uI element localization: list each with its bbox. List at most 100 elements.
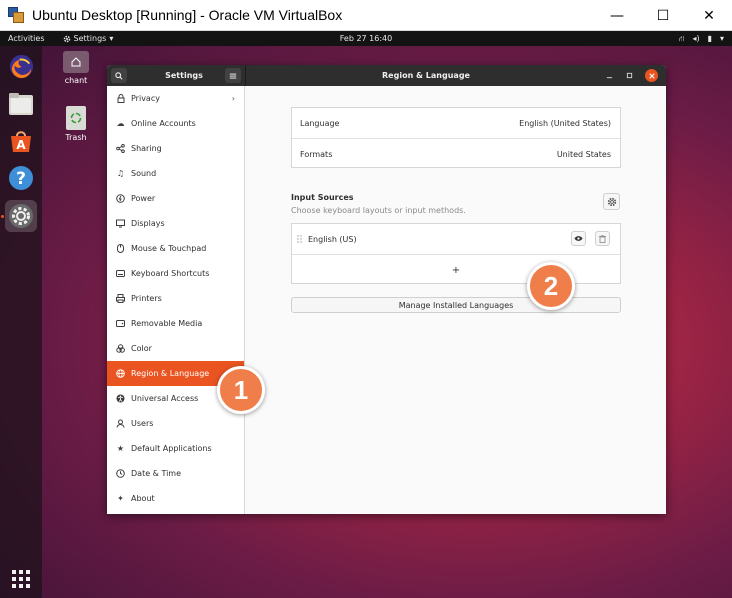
settings-sidebar: Privacy › ☁ Online Accounts Sharing ♫ So… <box>107 86 245 514</box>
gear-icon <box>607 197 616 206</box>
svg-text:A: A <box>16 138 26 152</box>
remove-input-source-button[interactable] <box>595 231 610 246</box>
share-icon <box>116 144 125 153</box>
dock-software[interactable]: A <box>5 125 37 157</box>
manage-installed-languages-button[interactable]: Manage Installed Languages <box>291 297 621 313</box>
home-folder-icon <box>63 51 89 73</box>
clock[interactable]: Feb 27 16:40 <box>340 34 392 43</box>
host-close-button[interactable]: ✕ <box>686 0 732 31</box>
sidebar-item-label: Printers <box>131 294 162 303</box>
sidebar-item-keyboard-shortcuts[interactable]: Keyboard Shortcuts <box>107 261 244 286</box>
window-minimize-button[interactable] <box>603 69 616 82</box>
app-menu-settings[interactable]: Settings ▾ <box>63 34 114 43</box>
dock-show-apps[interactable] <box>5 563 37 595</box>
show-apps-icon <box>12 570 30 588</box>
sidebar-item-removable-media[interactable]: Removable Media <box>107 311 244 336</box>
gear-icon <box>63 35 70 42</box>
sidebar-item-label: Power <box>131 194 156 203</box>
close-icon <box>648 72 655 79</box>
ubuntu-desktop: Activities Settings ▾ Feb 27 16:40 ⛙ ◂) … <box>0 31 732 598</box>
sidebar-item-label: Privacy <box>131 94 160 103</box>
maximize-icon <box>626 72 633 79</box>
window-maximize-button[interactable] <box>623 69 636 82</box>
virtualbox-icon <box>8 7 24 23</box>
dock-firefox[interactable] <box>5 50 37 82</box>
input-sources-options-button[interactable] <box>603 193 620 210</box>
monitor-icon <box>116 219 125 228</box>
host-maximize-button[interactable]: ☐ <box>640 0 686 31</box>
dock-files[interactable] <box>5 88 37 120</box>
system-tray[interactable]: ⛙ ◂) ▮ ▾ <box>679 31 724 46</box>
firefox-icon <box>9 54 33 78</box>
globe-icon <box>116 369 125 378</box>
sidebar-item-label: Mouse & Touchpad <box>131 244 207 253</box>
desktop-icon-label: chant <box>64 76 88 85</box>
sidebar-item-label: Region & Language <box>131 369 210 378</box>
sidebar-item-color[interactable]: Color <box>107 336 244 361</box>
sidebar-item-mouse-touchpad[interactable]: Mouse & Touchpad <box>107 236 244 261</box>
cloud-icon: ☁ <box>116 119 125 128</box>
about-icon: ✦ <box>117 494 124 503</box>
sidebar-item-power[interactable]: Power <box>107 186 244 211</box>
sidebar-item-about[interactable]: ✦ About <box>107 486 244 511</box>
settings-window: Settings Region & Language Privacy › ☁ O… <box>107 65 666 514</box>
trash-icon <box>599 234 606 243</box>
input-source-label: English (US) <box>308 234 357 244</box>
svg-text:?: ? <box>16 169 26 189</box>
sidebar-item-sharing[interactable]: Sharing <box>107 136 244 161</box>
keyboard-icon <box>116 269 125 278</box>
desktop-icon-home[interactable]: chant <box>54 51 98 85</box>
dock-settings[interactable] <box>5 200 37 232</box>
region-language-panel: Language English (United States) Formats… <box>246 86 666 514</box>
formats-label: Formats <box>300 149 333 159</box>
host-minimize-button[interactable]: — <box>594 0 640 31</box>
user-icon <box>116 419 125 428</box>
desktop-icon-trash[interactable]: Trash <box>54 106 98 142</box>
sidebar-item-online-accounts[interactable]: ☁ Online Accounts <box>107 111 244 136</box>
dock-help[interactable]: ? <box>5 162 37 194</box>
activities-button[interactable]: Activities <box>8 34 45 43</box>
sidebar-item-label: Sharing <box>131 144 162 153</box>
sidebar-item-label: Date & Time <box>131 469 182 478</box>
callout-step-1: 1 <box>217 366 265 414</box>
sidebar-item-users[interactable]: Users <box>107 411 244 436</box>
input-source-row[interactable]: English (US) <box>292 224 620 254</box>
sidebar-item-date-time[interactable]: Date & Time <box>107 461 244 486</box>
sidebar-item-printers[interactable]: Printers <box>107 286 244 311</box>
sidebar-item-privacy[interactable]: Privacy › <box>107 86 244 111</box>
accessibility-icon <box>116 394 125 403</box>
printer-icon <box>116 294 125 303</box>
gnome-top-bar: Activities Settings ▾ Feb 27 16:40 ⛙ ◂) … <box>0 31 732 46</box>
settings-icon <box>9 204 33 228</box>
chevron-down-icon: ▾ <box>109 34 114 43</box>
preview-layout-button[interactable] <box>571 231 586 246</box>
language-row[interactable]: Language English (United States) <box>292 108 620 138</box>
menu-button[interactable] <box>225 68 241 83</box>
sidebar-item-label: About <box>131 494 155 503</box>
host-window-titlebar: Ubuntu Desktop [Running] - Oracle VM Vir… <box>0 0 732 31</box>
sidebar-item-default-applications[interactable]: ★ Default Applications <box>107 436 244 461</box>
sidebar-item-label: Online Accounts <box>131 119 196 128</box>
chevron-right-icon: › <box>231 94 235 103</box>
star-icon: ★ <box>116 444 125 453</box>
formats-row[interactable]: Formats United States <box>292 139 620 169</box>
language-label: Language <box>300 118 340 128</box>
mouse-icon <box>116 244 125 253</box>
host-window-title: Ubuntu Desktop [Running] - Oracle VM Vir… <box>32 7 343 23</box>
music-note-icon: ♫ <box>116 169 125 178</box>
files-icon <box>9 93 33 115</box>
power-icon: ▮ <box>707 34 712 43</box>
window-close-button[interactable] <box>645 69 658 82</box>
sidebar-item-label: Removable Media <box>131 319 203 328</box>
help-icon: ? <box>9 166 33 190</box>
eye-icon <box>574 236 583 241</box>
drag-handle-icon[interactable] <box>297 235 302 243</box>
sidebar-item-sound[interactable]: ♫ Sound <box>107 161 244 186</box>
search-button[interactable] <box>111 68 127 83</box>
power-icon <box>116 194 125 203</box>
network-icon: ⛙ <box>678 33 685 43</box>
sidebar-item-displays[interactable]: Displays <box>107 211 244 236</box>
app-menu-label: Settings <box>73 34 107 43</box>
input-sources-title: Input Sources <box>291 193 354 202</box>
clock-icon <box>116 469 125 478</box>
